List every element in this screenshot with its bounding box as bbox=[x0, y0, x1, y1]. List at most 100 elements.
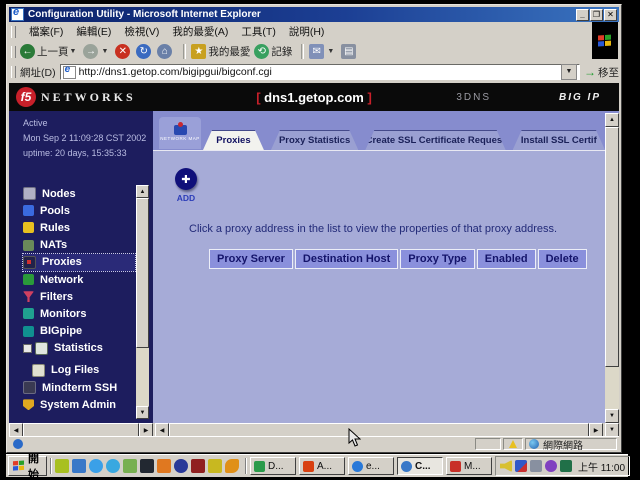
tab-install-ssl-certificate[interactable]: Install SSL Certif bbox=[513, 130, 605, 150]
sidebar-item-nats[interactable]: NATs bbox=[23, 237, 135, 254]
history-icon: ⟲ bbox=[254, 44, 269, 59]
address-input[interactable] bbox=[79, 66, 561, 78]
history-button[interactable]: ⟲ 記錄 bbox=[254, 44, 292, 59]
status-uptime: uptime: 20 days, 15:35:33 bbox=[23, 146, 146, 161]
tab-row: Proxies Proxy Statistics Create SSL Cert… bbox=[203, 128, 605, 150]
menu-tools[interactable]: 工具(T) bbox=[241, 24, 275, 39]
quicklaunch-icon-3[interactable] bbox=[89, 459, 103, 473]
print-button[interactable]: ▤ bbox=[341, 44, 358, 59]
quicklaunch-icon-10[interactable] bbox=[208, 459, 222, 473]
quicklaunch-icon-8[interactable] bbox=[174, 459, 188, 473]
quicklaunch-icon-11[interactable] bbox=[225, 459, 239, 473]
display-tray-icon[interactable] bbox=[530, 460, 542, 472]
show-desktop-icon[interactable] bbox=[72, 459, 86, 473]
sidebar-scrollbar[interactable]: ▲ ▼ bbox=[136, 185, 149, 419]
mail-dropdown-icon[interactable]: ▼ bbox=[327, 48, 334, 55]
tab-create-ssl-certificate-request[interactable]: Create SSL Certificate Request bbox=[365, 130, 505, 150]
toolbar-grip[interactable] bbox=[11, 26, 16, 38]
product-3dns-link[interactable]: 3DNS bbox=[456, 92, 491, 103]
column-delete[interactable]: Delete bbox=[538, 249, 587, 269]
sidebar-item-pools[interactable]: Pools bbox=[23, 202, 135, 219]
scroll-down-icon[interactable]: ▼ bbox=[605, 409, 619, 423]
network-map-tab[interactable]: NETWORK MAP bbox=[159, 117, 201, 149]
home-button[interactable]: ⌂ bbox=[157, 44, 174, 59]
maximize-button[interactable]: ❐ bbox=[590, 9, 603, 21]
scroll-up-icon[interactable]: ▲ bbox=[605, 113, 619, 127]
menu-edit[interactable]: 編輯(E) bbox=[76, 24, 111, 39]
refresh-button[interactable]: ↻ bbox=[136, 44, 153, 59]
title-bar[interactable]: Configuration Utility - Microsoft Intern… bbox=[9, 7, 619, 22]
quicklaunch-icon-7[interactable] bbox=[157, 459, 171, 473]
scroll-up-icon[interactable]: ▲ bbox=[136, 185, 149, 198]
browser-window: Configuration Utility - Microsoft Intern… bbox=[6, 4, 622, 453]
quicklaunch-icon-6[interactable] bbox=[140, 459, 154, 473]
tab-proxy-statistics[interactable]: Proxy Statistics bbox=[271, 130, 358, 150]
menu-help[interactable]: 說明(H) bbox=[289, 24, 325, 39]
column-proxy-type[interactable]: Proxy Type bbox=[400, 249, 475, 269]
task-button-3[interactable]: e... bbox=[348, 457, 394, 475]
menu-view[interactable]: 檢視(V) bbox=[124, 24, 159, 39]
network-tray-icon[interactable] bbox=[560, 460, 572, 472]
sidebar-item-network[interactable]: Network bbox=[23, 271, 135, 288]
mindterm-ssh-icon bbox=[23, 381, 36, 394]
quicklaunch-icon-5[interactable] bbox=[123, 459, 137, 473]
menu-favorites[interactable]: 我的最愛(A) bbox=[172, 24, 228, 39]
scroll-left-icon[interactable]: ◀ bbox=[155, 423, 169, 437]
toolbar-grip[interactable] bbox=[11, 66, 16, 78]
sidebar-item-rules[interactable]: Rules bbox=[23, 219, 135, 236]
print-icon: ▤ bbox=[341, 44, 356, 59]
column-destination-host[interactable]: Destination Host bbox=[295, 249, 398, 269]
quicklaunch-icon-9[interactable] bbox=[191, 459, 205, 473]
back-dropdown-icon[interactable]: ▼ bbox=[70, 48, 77, 55]
favorites-button[interactable]: ★ 我的最愛 bbox=[191, 44, 250, 59]
scrollbar-thumb[interactable] bbox=[605, 127, 619, 367]
app-tray-icon[interactable] bbox=[545, 460, 557, 472]
stop-button[interactable]: ✕ bbox=[115, 44, 132, 59]
minimize-button[interactable]: _ bbox=[576, 9, 589, 21]
product-bigip-link[interactable]: BIG IP bbox=[559, 92, 601, 103]
scrollbar-thumb[interactable] bbox=[136, 198, 149, 348]
task-button-configuration-utility[interactable]: C... bbox=[397, 457, 443, 475]
sidebar-item-filters[interactable]: Filters bbox=[23, 288, 135, 305]
sidebar-item-statistics[interactable]: Statistics bbox=[23, 340, 135, 357]
sidebar-item-log-files[interactable]: Log Files bbox=[32, 362, 135, 379]
sidebar-item-monitors[interactable]: Monitors bbox=[23, 305, 135, 322]
sidebar-item-proxies[interactable]: Proxies bbox=[23, 254, 135, 271]
scroll-right-icon[interactable]: ▶ bbox=[139, 423, 153, 437]
toolbar-grip[interactable] bbox=[11, 46, 16, 58]
scroll-down-icon[interactable]: ▼ bbox=[136, 406, 149, 419]
task-button-1[interactable]: D... bbox=[250, 457, 296, 475]
scroll-left-icon[interactable]: ◀ bbox=[9, 423, 23, 437]
column-enabled[interactable]: Enabled bbox=[477, 249, 536, 269]
task-button-5[interactable]: M... bbox=[446, 457, 492, 475]
add-proxy-button[interactable]: ✚ bbox=[175, 168, 197, 190]
column-proxy-server[interactable]: Proxy Server bbox=[209, 249, 293, 269]
address-dropdown-icon[interactable]: ▼ bbox=[561, 64, 577, 80]
mail-button[interactable]: ✉ ▼ bbox=[309, 44, 337, 59]
back-button[interactable]: ← 上一頁 ▼ bbox=[20, 44, 79, 59]
scrollbar-thumb[interactable] bbox=[169, 423, 589, 437]
go-button[interactable]: → 移至 bbox=[584, 65, 619, 80]
ie-quicklaunch-icon[interactable] bbox=[106, 459, 120, 473]
start-button[interactable]: 開始 bbox=[8, 456, 47, 476]
forward-button[interactable]: → ▼ bbox=[83, 44, 111, 59]
sidebar-item-bigpipe[interactable]: BIGpipe bbox=[23, 323, 135, 340]
sidebar-item-nodes[interactable]: Nodes bbox=[23, 185, 135, 202]
quicklaunch-icon-1[interactable] bbox=[55, 459, 69, 473]
main-hscrollbar[interactable]: ◀ ▶ bbox=[155, 423, 603, 437]
scroll-right-icon[interactable]: ▶ bbox=[589, 423, 603, 437]
sidebar-item-mindterm-ssh[interactable]: Mindterm SSH bbox=[23, 379, 135, 396]
tree-expander-icon[interactable] bbox=[23, 344, 32, 353]
address-field[interactable]: ▼ bbox=[60, 64, 580, 80]
menu-file[interactable]: 檔案(F) bbox=[29, 24, 63, 39]
main-scrollbar[interactable]: ▲ ▼ bbox=[605, 113, 619, 423]
task-button-2[interactable]: A... bbox=[299, 457, 345, 475]
close-button[interactable]: ✕ bbox=[604, 9, 617, 21]
scrollbar-thumb[interactable] bbox=[23, 423, 139, 437]
forward-dropdown-icon[interactable]: ▼ bbox=[101, 48, 108, 55]
sidebar-hscrollbar[interactable]: ◀ ▶ bbox=[9, 423, 153, 437]
volume-icon[interactable] bbox=[500, 460, 512, 472]
sidebar-item-system-admin[interactable]: System Admin bbox=[23, 396, 135, 413]
ime-indicator-icon[interactable] bbox=[515, 460, 527, 472]
tab-proxies[interactable]: Proxies bbox=[203, 130, 264, 150]
